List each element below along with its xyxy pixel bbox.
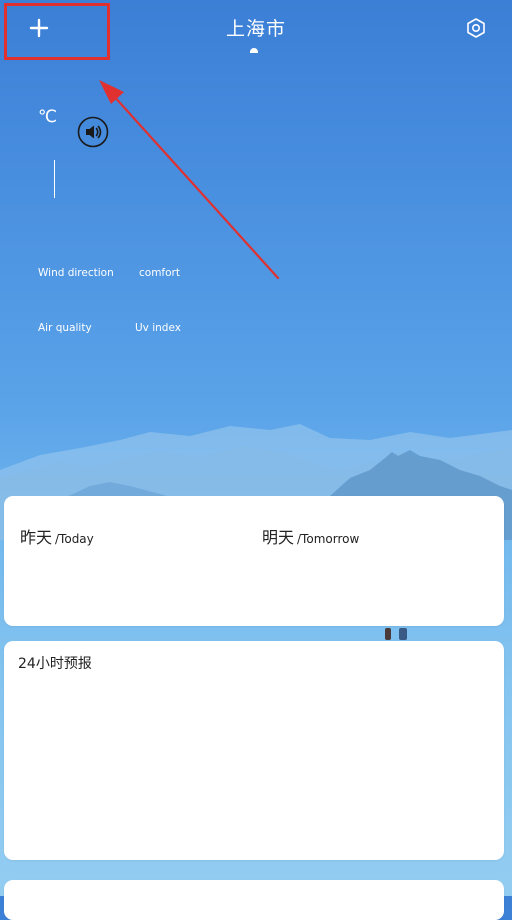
tomorrow-column[interactable]: 明天/Tomorrow [262,524,359,548]
hourly-forecast-title: 24小时预报 [18,656,92,672]
comfort-label: comfort [139,267,180,279]
tomorrow-label-en: /Tomorrow [297,532,360,546]
city-title: 上海市 [225,18,286,40]
temperature-placeholder-line [54,160,55,198]
uv-index-label: Uv index [135,322,181,334]
hourly-forecast-card[interactable]: 24小时预报 [4,641,504,860]
page-indicator-dot [250,48,258,53]
next-card [4,880,504,920]
gear-icon[interactable] [465,17,487,39]
temperature-unit: ℃ [38,107,58,127]
today-label-en: /Today [55,532,94,546]
daily-forecast-card: 昨天/Today 明天/Tomorrow [4,496,504,626]
today-label-cn: 昨天 [20,528,53,547]
speaker-icon[interactable] [77,116,109,148]
air-quality-label: Air quality [38,322,92,334]
today-column[interactable]: 昨天/Today [20,524,94,548]
header-bar: 上海市 [0,0,512,60]
wind-direction-label: Wind direction [38,267,114,279]
tomorrow-label-cn: 明天 [262,528,295,547]
